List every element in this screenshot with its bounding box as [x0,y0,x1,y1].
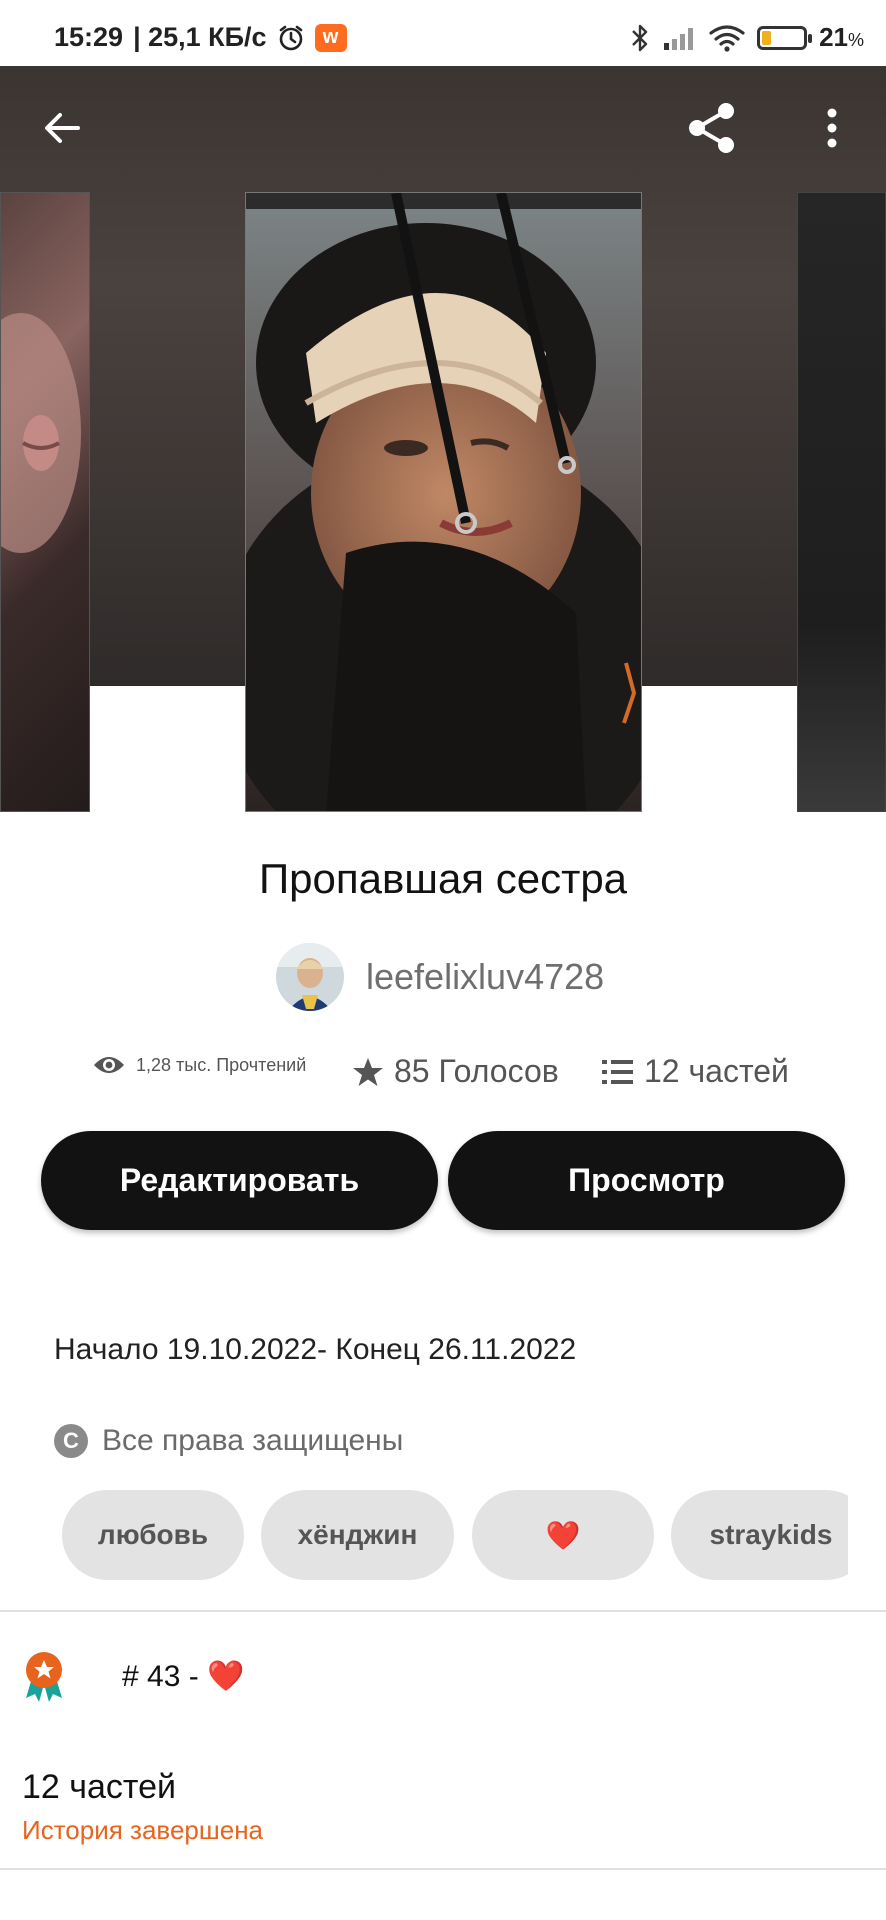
tag-heart[interactable]: ❤️ [472,1490,654,1580]
parts-stat: 12 частей [602,1053,789,1090]
status-speed: | 25,1 КБ/с [133,22,267,52]
author-name: leefelixluv4728 [366,956,605,997]
share-icon [689,103,734,153]
signal-icon [664,27,694,50]
previous-cover[interactable] [0,192,90,812]
star-icon [353,1057,383,1086]
battery-fill [762,30,772,45]
ranking-row[interactable]: # 43 - ❤️ [22,1650,244,1702]
back-button[interactable] [30,96,94,160]
copyright-text: Все права защищены [102,1424,404,1457]
story-cover[interactable] [245,192,642,812]
divider [0,1610,886,1612]
tag-hyunjin[interactable]: хёнджин [261,1490,454,1580]
battery-unit: % [847,30,864,50]
view-button[interactable]: Просмотр [448,1131,845,1230]
arrow-left-icon [45,113,80,143]
bluetooth-icon [632,24,648,51]
story-title: Пропавшая сестра [258,855,628,902]
author-link[interactable]: leefelixluv4728 [276,943,604,1011]
story-complete-status: История завершена [22,1815,264,1845]
edit-button[interactable]: Редактировать [41,1131,438,1230]
story-stats: 1,28 тыс. Прочтений 85 Голосов 12 частей [0,1053,886,1097]
wifi-icon [709,24,745,52]
reads-stat: 1,28 тыс. Прочтений [92,1053,306,1077]
next-cover[interactable] [797,192,886,812]
divider-bottom [0,1868,886,1870]
status-time: 15:29 [54,22,124,52]
story-cover-art [246,193,641,811]
wattpad-app-icon: w [314,23,347,52]
parts-section-title[interactable]: 12 частей [22,1768,176,1807]
reads-count: 1,28 тыс. Прочтений [136,1054,307,1075]
ranking-badge-icon [26,1652,62,1702]
status-bar: 15:29 | 25,1 КБ/с w 21% [0,0,886,66]
copyright-icon: C [54,1424,88,1458]
list-icon [602,1059,633,1084]
tag-love[interactable]: любовь [62,1490,244,1580]
avatar[interactable] [276,943,344,1011]
ranking-text: # 43 - ❤️ [122,1659,245,1693]
battery-icon [757,25,813,50]
status-left: 15:29 | 25,1 КБ/с w [54,22,347,53]
eye-icon [94,1057,124,1073]
tag-straykids[interactable]: straykids [671,1490,848,1580]
more-vertical-icon [827,108,837,148]
share-button[interactable] [680,96,744,160]
copyright-row: C Все права защищены [54,1424,403,1458]
previous-cover-art [0,313,81,553]
votes-stat: 85 Голосов [352,1053,559,1090]
alarm-icon [279,25,302,50]
battery-percent: 21% [819,22,864,53]
author-avatar-art [276,943,344,1011]
votes-count: 85 Голосов [394,1053,559,1089]
more-options-button[interactable] [800,96,864,160]
status-right: 21% [629,22,864,53]
tags-list: любовь хёнджин ❤️ straykids [62,1490,848,1580]
story-description: Начало 19.10.2022- Конец 26.11.2022 [54,1333,577,1366]
battery-value: 21 [819,22,848,52]
parts-count: 12 частей [644,1053,789,1089]
